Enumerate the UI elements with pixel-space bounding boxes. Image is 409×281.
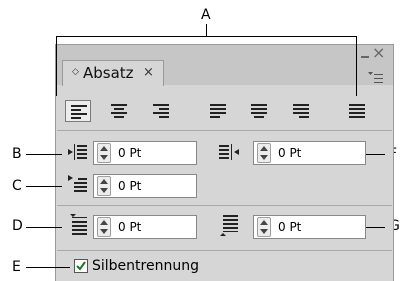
window-close-icon[interactable]: × [372, 45, 385, 61]
first-line-indent-field[interactable]: 0 Pt [93, 174, 197, 198]
stepper-icon [100, 220, 108, 234]
space-before-value: 0 Pt [118, 220, 142, 234]
hyphenation-label: Silbentrennung [92, 258, 199, 274]
first-line-indent-value: 0 Pt [118, 179, 142, 193]
minimize-icon[interactable] [361, 56, 369, 58]
space-after-field[interactable]: 0 Pt [253, 215, 366, 239]
panel-menu-icon[interactable] [368, 72, 384, 84]
left-indent-value: 0 Pt [118, 146, 142, 160]
callout-b: B [12, 146, 22, 162]
space-after-value: 0 Pt [278, 220, 302, 234]
space-after-icon [220, 215, 238, 236]
tab-label: Absatz [83, 64, 134, 82]
stepper-icon [100, 179, 108, 193]
justify-all-icon [349, 104, 365, 118]
panel-header: ◇ Absatz × × [56, 45, 393, 86]
right-indent-value: 0 Pt [278, 146, 302, 160]
justify-last-left-button[interactable] [205, 100, 231, 122]
callout-a-line [356, 36, 357, 96]
checkmark-icon [76, 261, 86, 271]
tab-absatz[interactable]: ◇ Absatz × [62, 60, 164, 86]
space-before-stepper[interactable] [97, 217, 111, 237]
separator [57, 130, 392, 131]
tab-collapse-icon[interactable]: ◇ [72, 67, 79, 77]
callout-e: E [12, 259, 21, 275]
separator [57, 250, 392, 251]
callout-a-line [56, 36, 357, 37]
justify-last-center-button[interactable] [246, 100, 272, 122]
hyphenation-checkbox[interactable] [74, 259, 88, 273]
tab-close-icon[interactable]: × [143, 65, 154, 80]
callout-a: A [201, 7, 211, 23]
stepper-icon [260, 146, 268, 160]
space-before-field[interactable]: 0 Pt [93, 215, 197, 239]
align-center-button[interactable] [106, 100, 132, 122]
separator [57, 205, 392, 206]
callout-c: C [12, 178, 22, 194]
first-line-indent-icon [68, 175, 87, 192]
left-indent-field[interactable]: 0 Pt [93, 141, 197, 165]
left-indent-stepper[interactable] [97, 143, 111, 163]
callout-b-line [26, 154, 62, 155]
space-before-icon [70, 214, 87, 235]
callout-a-line [206, 24, 207, 36]
left-indent-icon [68, 144, 87, 160]
paragraph-panel: ◇ Absatz × × 0 Pt 0 Pt 0 Pt 0 Pt 0 Pt [55, 44, 394, 281]
justify-last-center-icon [251, 104, 267, 118]
space-after-stepper[interactable] [257, 217, 271, 237]
align-left-icon [71, 105, 87, 119]
align-right-button[interactable] [148, 100, 174, 122]
justify-last-right-icon [293, 104, 309, 118]
callout-a-line [56, 36, 57, 96]
justify-last-right-button[interactable] [288, 100, 314, 122]
first-line-indent-stepper[interactable] [97, 176, 111, 196]
callout-c-line [26, 186, 62, 187]
justify-all-button[interactable] [344, 100, 370, 122]
align-left-button[interactable] [65, 100, 91, 122]
right-indent-stepper[interactable] [257, 143, 271, 163]
right-indent-icon [219, 144, 239, 160]
callout-f-line [366, 154, 385, 155]
right-indent-field[interactable]: 0 Pt [253, 141, 366, 165]
justify-last-left-icon [210, 104, 226, 118]
align-center-icon [111, 104, 127, 118]
stepper-icon [260, 220, 268, 234]
callout-e-line [26, 267, 70, 268]
stepper-icon [100, 146, 108, 160]
callout-g-line [366, 227, 385, 228]
callout-d: D [12, 218, 23, 234]
callout-d-line [26, 227, 62, 228]
align-right-icon [153, 104, 169, 118]
